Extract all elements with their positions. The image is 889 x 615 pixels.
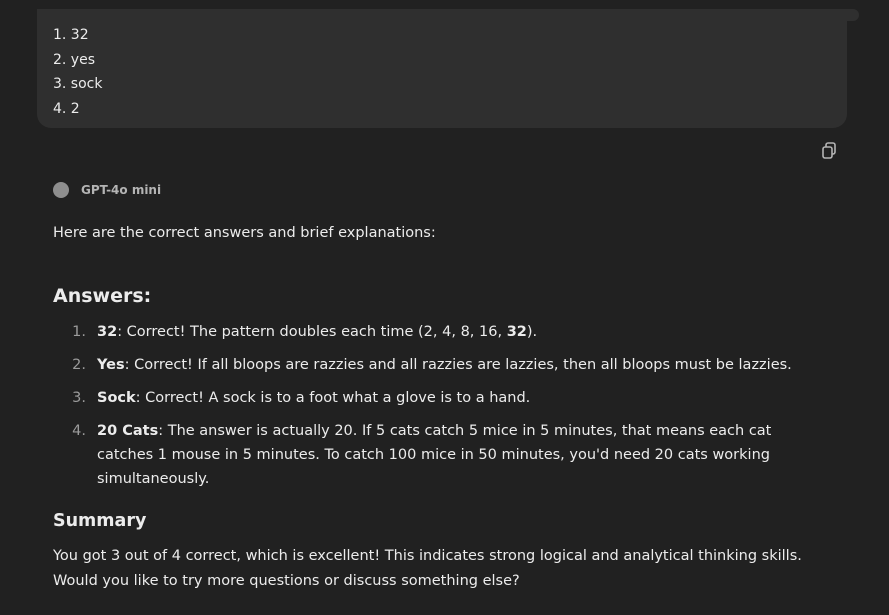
user-message-line: 1. 32	[53, 27, 89, 43]
model-avatar	[53, 182, 69, 198]
answer-body: Yes: Correct! If all bloops are razzies …	[97, 353, 827, 377]
summary-heading: Summary	[53, 511, 147, 531]
answer-inline-bold: 32	[506, 324, 527, 340]
copy-button[interactable]	[818, 140, 840, 162]
answer-text: : Correct! The pattern doubles each time…	[117, 324, 507, 340]
answer-text-end: ).	[526, 324, 538, 340]
answer-body: 20 Cats: The answer is actually 20. If 5…	[97, 419, 827, 491]
answer-body: 32: Correct! The pattern doubles each ti…	[97, 320, 827, 344]
list-number: 3.	[72, 390, 86, 406]
answer-keyword: 32	[97, 324, 118, 340]
model-name: GPT-4o mini	[81, 183, 162, 197]
list-number: 2.	[72, 357, 86, 373]
answer-text: : Correct! A sock is to a foot what a gl…	[135, 390, 531, 406]
answer-text: : The answer is actually 20. If 5 cats c…	[97, 423, 772, 487]
copy-icon	[822, 142, 836, 159]
answers-heading: Answers:	[53, 285, 152, 307]
user-message-line: 4. 2	[53, 100, 80, 117]
assistant-intro: Here are the correct answers and brief e…	[53, 225, 436, 241]
answer-keyword: 20 Cats	[97, 423, 159, 439]
list-number: 1.	[72, 324, 86, 340]
answer-keyword: Yes	[97, 357, 125, 373]
list-number: 4.	[72, 423, 86, 439]
user-message-line: 3. sock	[53, 76, 103, 92]
user-message-bubble: 1. 32 2. yes 3. sock 4. 2	[37, 9, 859, 128]
answer-keyword: Sock	[97, 390, 136, 406]
assistant-header: GPT-4o mini	[53, 180, 161, 200]
answer-text: : Correct! If all bloops are razzies and…	[124, 357, 792, 373]
chat-page: 1. 32 2. yes 3. sock 4. 2 GPT-4o mini He…	[0, 0, 889, 615]
answer-body: Sock: Correct! A sock is to a foot what …	[97, 386, 827, 410]
user-message-line: 2. yes	[53, 51, 95, 68]
bubble-corner	[837, 9, 859, 21]
summary-text: You got 3 out of 4 correct, which is exc…	[53, 548, 802, 589]
